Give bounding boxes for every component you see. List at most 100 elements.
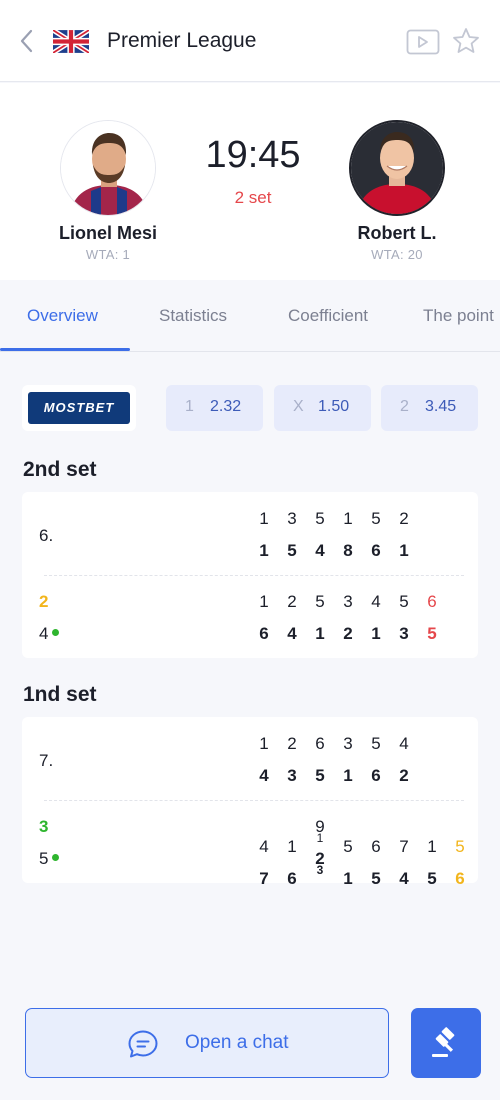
game-score-top: 3: [39, 817, 49, 836]
game-label: 6.: [39, 526, 54, 545]
point-value: 5: [371, 869, 381, 888]
divider: [44, 575, 464, 576]
point-value: 1: [259, 509, 269, 528]
points-row-bottom: 435162: [250, 766, 418, 786]
divider: [44, 800, 464, 801]
game-label: 7.: [39, 751, 54, 770]
odd-button-1[interactable]: 1 2.32: [166, 385, 263, 431]
odd-button-x[interactable]: X 1.50: [274, 385, 371, 431]
back-chevron-icon[interactable]: [14, 26, 40, 56]
odd-value: 3.45: [425, 398, 457, 415]
point-value: 3: [287, 509, 297, 528]
gavel-button[interactable]: [411, 1008, 481, 1078]
player1-rank: WTA: 1: [85, 247, 131, 262]
point-value: 1: [259, 592, 269, 611]
set-card: 7. 126354 435162 3 5 4 191 5 6 7 1 5 7 623 1 5 4 5 6: [22, 717, 478, 888]
points-row-top: 135152: [250, 509, 418, 529]
point-value: 7: [259, 869, 269, 888]
point-value: 4: [399, 869, 409, 888]
point-value: 6: [455, 869, 465, 888]
point-value: 5: [371, 509, 381, 528]
game-score-value: 5: [39, 849, 49, 868]
tab-bar: Overview Statistics Coefficient The poin…: [0, 280, 500, 352]
points-row-bottom: 154861: [250, 541, 418, 561]
current-set-label: 2 set: [234, 188, 272, 207]
point-value: 4: [315, 541, 325, 560]
point-value: 6: [427, 592, 437, 611]
chat-bubble-icon: [128, 1030, 158, 1058]
point-value: 1: [259, 734, 269, 753]
point-value: 6: [315, 734, 325, 753]
player2-name: Robert L.: [357, 223, 437, 243]
point-value: 3: [343, 592, 353, 611]
league-title: Premier League: [107, 29, 257, 52]
point-value: 2: [343, 624, 353, 643]
player1-avatar[interactable]: [60, 120, 156, 216]
player1-photo: [61, 121, 155, 215]
open-chat-button[interactable]: Open a chat: [25, 1008, 389, 1078]
points-row-top: 1253456: [250, 592, 446, 612]
bookmaker-name: MOSTBET: [28, 392, 130, 424]
points-row-bottom: 6412135: [250, 624, 446, 644]
point-value: 1: [399, 541, 409, 560]
point-value: 6: [287, 869, 297, 888]
tiebreak-superscript: 1: [316, 831, 324, 845]
point-value: 6: [371, 766, 381, 785]
point-value: 2: [399, 509, 409, 528]
game-score-top: 2: [39, 592, 49, 611]
tiebreak-superscript: 3: [316, 863, 324, 877]
points-row-top: 126354: [250, 734, 418, 754]
tab-the-point[interactable]: The point: [423, 306, 494, 326]
point-value: 2: [287, 734, 297, 753]
point-value: 5: [399, 592, 409, 611]
odd-label: 2: [400, 398, 409, 415]
player2-avatar[interactable]: [349, 120, 445, 216]
gavel-icon: [432, 1027, 455, 1057]
point-value: 5: [315, 592, 325, 611]
video-icon[interactable]: [406, 28, 440, 56]
active-tab-indicator: [0, 348, 130, 351]
odd-label: 1: [185, 398, 194, 415]
point-value: 1: [315, 624, 325, 643]
point-value: 4: [259, 766, 269, 785]
match-summary: 19:45 2 set Lionel Mesi WTA: 1 Robert L.…: [0, 83, 500, 280]
serve-indicator-dot: [52, 629, 60, 637]
odd-label: X: [293, 398, 304, 415]
tab-overview[interactable]: Overview: [27, 306, 98, 326]
point-value: 5: [315, 766, 325, 785]
uk-flag-icon: [53, 30, 89, 53]
point-value: 3: [287, 766, 297, 785]
point-value: 5: [427, 869, 437, 888]
game-score-bottom: 5: [39, 849, 60, 869]
point-value: 3: [343, 734, 353, 753]
point-value: 5: [287, 541, 297, 560]
odd-button-2[interactable]: 2 3.45: [381, 385, 478, 431]
tab-statistics[interactable]: Statistics: [159, 306, 227, 326]
point-value: 4: [371, 592, 381, 611]
tab-coefficient[interactable]: Coefficient: [288, 306, 368, 326]
odd-value: 1.50: [318, 398, 350, 415]
point-value: 4: [287, 624, 297, 643]
player2-rank: WTA: 20: [371, 247, 423, 262]
point-value: 4: [399, 734, 409, 753]
point-value: 2: [399, 766, 409, 785]
bookmaker-logo[interactable]: MOSTBET: [22, 385, 136, 431]
point-value: 8: [343, 541, 353, 560]
point-value: 5: [315, 509, 325, 528]
top-bar: Premier League: [0, 0, 500, 82]
point-value: 2: [287, 592, 297, 611]
set-title: 2nd set: [23, 458, 97, 481]
star-icon[interactable]: [452, 27, 480, 55]
game-score-bottom: 4: [39, 624, 60, 644]
point-value: 5: [371, 734, 381, 753]
point-value: 1: [343, 766, 353, 785]
point-value: 6: [259, 624, 269, 643]
serve-indicator-dot: [52, 854, 60, 862]
point-value: 1: [371, 624, 381, 643]
open-chat-label: Open a chat: [185, 1032, 289, 1053]
points-row-bottom: 7 623 1 5 4 5 6: [250, 849, 474, 889]
odd-value: 2.32: [210, 398, 242, 415]
point-value: 23: [306, 849, 334, 889]
point-value: 1: [343, 869, 353, 888]
point-value: 1: [343, 509, 353, 528]
